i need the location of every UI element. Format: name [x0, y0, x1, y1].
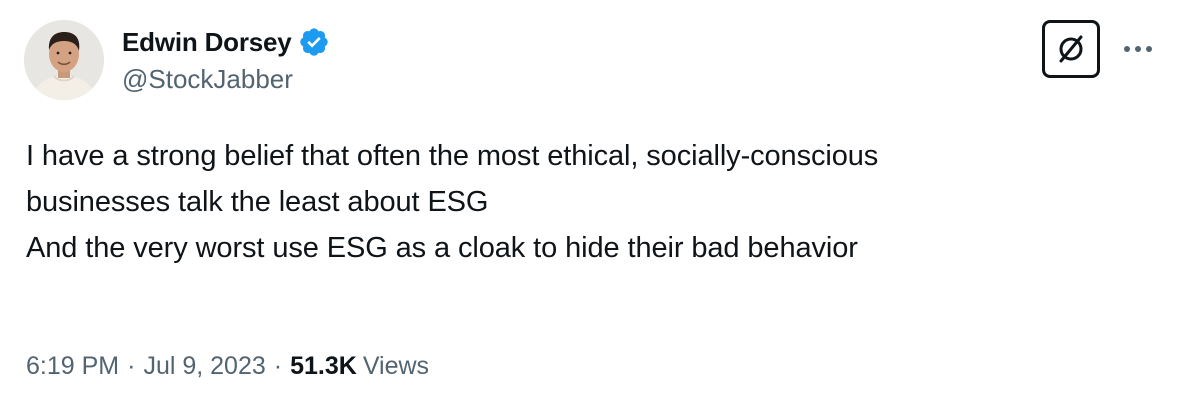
more-icon	[1124, 46, 1152, 52]
verified-badge-icon[interactable]	[298, 26, 330, 58]
avatar[interactable]	[24, 20, 104, 100]
grok-icon	[1059, 35, 1083, 63]
tweet-time[interactable]: 6:19 PM	[26, 352, 119, 381]
author-handle[interactable]: @StockJabber	[122, 64, 293, 95]
tweet-text: I have a strong belief that often the mo…	[26, 133, 1156, 271]
avatar-image	[24, 20, 104, 100]
tweet-text-line: businesses talk the least about ESG	[26, 186, 489, 218]
tweet-card: Edwin Dorsey @StockJabber I have a stron…	[0, 0, 1180, 406]
tweet-text-line: I have a strong belief that often the mo…	[26, 140, 879, 172]
author-name-row: Edwin Dorsey	[122, 24, 330, 60]
meta-separator: ·	[273, 352, 283, 380]
meta-separator: ·	[127, 352, 136, 380]
tweet-text-line: And the very worst use ESG as a cloak to…	[26, 232, 858, 264]
more-options-button[interactable]	[1120, 36, 1156, 62]
grok-button[interactable]	[1042, 20, 1100, 78]
tweet-meta: 6:19 PM · Jul 9, 2023 · 51.3K Views	[26, 352, 429, 381]
views-label: Views	[362, 352, 430, 380]
tweet-date[interactable]: Jul 9, 2023	[143, 352, 265, 381]
author-display-name[interactable]: Edwin Dorsey	[122, 27, 292, 58]
views-count[interactable]: 51.3K	[290, 352, 357, 381]
